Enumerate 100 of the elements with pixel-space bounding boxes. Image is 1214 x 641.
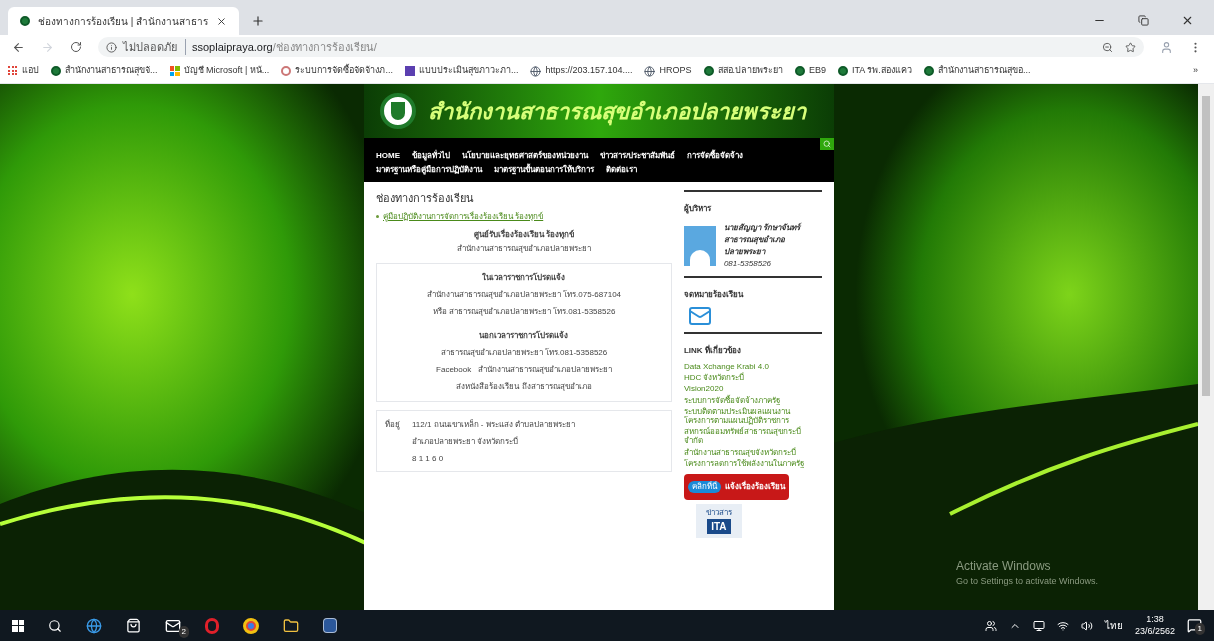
mail-badge: 2	[178, 625, 189, 638]
scrollbar[interactable]	[1198, 84, 1214, 610]
search-icon[interactable]	[48, 618, 62, 633]
more-bookmarks[interactable]: »	[1193, 64, 1198, 78]
contact-line: หรือ สาธารณสุขอำเภอปลายพระยา โทร.081-5358526	[432, 305, 616, 318]
bookmark[interactable]: บัญชี Microsoft | หน้...	[169, 64, 270, 78]
bookmark[interactable]: HROPS	[644, 64, 692, 78]
shield-favicon-icon	[838, 66, 849, 76]
browser-tab[interactable]: ช่องทางการร้องเรียน | สำนักงานสาธาร	[8, 7, 240, 35]
bookmark[interactable]: สสอ.ปลายพระยา	[703, 64, 783, 78]
contact-line: ส่งหนังสือร้องเรียน ถึงสาธารณสุขอำเภอ	[456, 380, 592, 393]
nav-link[interactable]: ข่าวสาร/ประชาสัมพันธ์	[600, 150, 676, 162]
browser-icon[interactable]	[86, 617, 102, 634]
chrome-icon[interactable]	[243, 617, 259, 634]
manual-link[interactable]: คู่มือปฏิบัติงานการจัดการเรื่องร้องเรียน ร้องทุกข์	[383, 210, 544, 223]
sidebar-link[interactable]: สำนักงานสาธารณสุขจังหวัดกระบี่	[683, 447, 822, 457]
photo-placeholder	[683, 226, 716, 266]
bookmark[interactable]: ระบบการจัดซื้อจัดจ้างภ...	[281, 64, 393, 78]
sidebar-heading: ผู้บริหาร	[683, 204, 711, 213]
shield-favicon-icon	[51, 66, 61, 76]
bookmark[interactable]: สำนักงานสาธารณสุขจั...	[51, 64, 158, 78]
contact-line: Facebook สำนักงานสาธารณสุขอำเภอปลายพระยา	[436, 363, 612, 376]
page-heading: ช่องทางการร้องเรียน	[376, 191, 475, 206]
bookmark-star-icon[interactable]	[1125, 41, 1136, 53]
executive-role: ปลายพระยา	[723, 246, 767, 258]
address-line: 112/1 ถนนเขาเหล็ก - พระแสง ตำบลปลายพระยา	[412, 418, 575, 431]
nav-link[interactable]: มาตรฐานหรือคู่มือการปฏิบัติงาน	[376, 164, 482, 176]
contact-heading: ในเวลาราชการโปรดแจ้ง	[482, 271, 566, 284]
activation-title: Activate Windows	[955, 557, 1052, 575]
apps-grid-icon	[8, 66, 18, 76]
globe-icon	[530, 65, 542, 77]
center-heading: ศูนย์รับเรื่องร้องเรียน ร้องทุกข์	[473, 228, 575, 241]
center-heading: สำนักงานสาธารณสุขอำเภอปลายพระยา	[456, 242, 591, 255]
security-label: ไม่ปลอดภัย	[123, 38, 186, 56]
windows-squares-icon	[169, 66, 180, 76]
nav-link[interactable]: ข้อมูลทั่วไป	[412, 150, 450, 162]
nav-link[interactable]: มาตรฐานขั้นตอนการให้บริการ	[494, 164, 594, 176]
executive-phone: 081-5358526	[723, 258, 773, 270]
shield-favicon-icon	[795, 66, 805, 76]
sidebar-link[interactable]: ระบบการจัดซื้อจัดจ้างภาครัฐ	[683, 395, 822, 405]
site-title: สำนักงานสาธารณสุขอำเภอปลายพระยา	[428, 97, 806, 128]
wifi-icon[interactable]	[1056, 619, 1069, 632]
contact-heading: นอกเวลาราชการโปรดแจ้ง	[479, 329, 569, 342]
store-bag-icon[interactable]	[126, 618, 141, 633]
complaint-banner[interactable]: คลิกที่นี่ แจ้งเรื่องร้องเรียน	[683, 473, 789, 500]
ring-logo-icon[interactable]	[205, 617, 219, 634]
notification-badge: 1	[1194, 623, 1205, 635]
shield-favicon-icon	[703, 66, 714, 76]
close-icon[interactable]	[216, 15, 228, 27]
restore-icon[interactable]	[1138, 15, 1149, 26]
info-icon	[106, 41, 117, 53]
bookmark[interactable]: แบบประเมินสุขภาวะภา...	[404, 64, 519, 78]
url-domain: ssoplaipraya.org	[192, 39, 273, 55]
address-label: ที่อยู่	[385, 418, 400, 432]
mailbox-icon[interactable]	[687, 304, 712, 328]
bullet-icon	[376, 215, 379, 218]
zoom-icon[interactable]	[1102, 41, 1113, 53]
clock[interactable]: 1:38 23/6/2562	[1134, 614, 1175, 637]
executive-name: นายสัญญา รักษาจันทร์	[723, 222, 801, 234]
bookmark[interactable]: สำนักงานสาธารณสุขอ...	[923, 64, 1031, 78]
address-line: อำเภอปลายพระยา จังหวัดกระบี่	[412, 435, 520, 448]
bookmark[interactable]: https://203.157.104....	[530, 64, 633, 78]
sidebar-heading: จดหมายร้องเรียน	[683, 290, 743, 299]
mail-icon[interactable]	[165, 617, 181, 634]
tab-title: ช่องทางการร้องเรียน | สำนักงานสาธาร	[38, 14, 209, 29]
reload-icon[interactable]	[70, 41, 82, 53]
ministry-logo-icon	[380, 93, 416, 129]
address-bar[interactable]: ไม่ปลอดภัย ssoplaipraya.org/ช่องทางการร้องเรียน/	[98, 37, 1144, 57]
executive-role: สาธารณสุขอำเภอ	[723, 234, 786, 246]
url-path: /ช่องทางการร้องเรียน/	[272, 39, 377, 55]
close-icon[interactable]	[1181, 14, 1194, 27]
sidebar-link[interactable]: โครงการลดการใช้พลังงานในภาครัฐ	[683, 458, 822, 468]
windows-logo-icon[interactable]	[12, 619, 24, 632]
address-line: 8 1 1 6 0	[412, 452, 445, 465]
swirl-logo-icon	[281, 66, 292, 76]
nav-link[interactable]: การจัดซื้อจัดจ้าง	[687, 150, 744, 162]
bookmark[interactable]: EB9	[795, 64, 827, 78]
nav-link[interactable]: นโยบายและยุทธศาสตร์ของหน่วยงาน	[462, 150, 588, 162]
nav-link[interactable]: ติดต่อเรา	[606, 164, 637, 176]
scroll-thumb[interactable]	[1202, 96, 1210, 396]
sidebar-link[interactable]: Data Xchange Krabi 4.0	[683, 362, 822, 372]
ita-top-label: ข่าวสาร	[705, 507, 732, 520]
activation-hint: Go to Settings to activate Windows.	[955, 574, 1098, 588]
ita-banner[interactable]: ข่าวสาร ITA	[695, 503, 742, 538]
speaker-icon[interactable]	[1080, 619, 1093, 632]
contact-line: สาธารณสุขอำเภอปลายพระยา โทร.081-5358526	[440, 346, 608, 359]
sidebar-link[interactable]: ระบบติดตามประเมินผลแผนงาน โครงการตามแผนปฏิบัติราชการ	[683, 406, 822, 426]
language-indicator[interactable]: ไทย	[1104, 618, 1123, 633]
bookmark[interactable]: แอป	[8, 64, 39, 78]
people-icon[interactable]	[984, 619, 997, 632]
search-icon	[823, 140, 831, 148]
new-tab-icon[interactable]	[251, 14, 266, 28]
nav-link[interactable]: HOME	[376, 150, 400, 162]
complaint-label: แจ้งเรื่องร้องเรียน	[724, 480, 785, 493]
shield-favicon-icon	[923, 66, 934, 76]
back-icon[interactable]	[12, 40, 25, 54]
globe-icon	[644, 65, 656, 77]
bookmark[interactable]: ITA รพ.สองแคว	[838, 64, 912, 78]
sidebar-link[interactable]: Vision2020	[683, 384, 822, 394]
folder-icon[interactable]	[283, 617, 299, 634]
